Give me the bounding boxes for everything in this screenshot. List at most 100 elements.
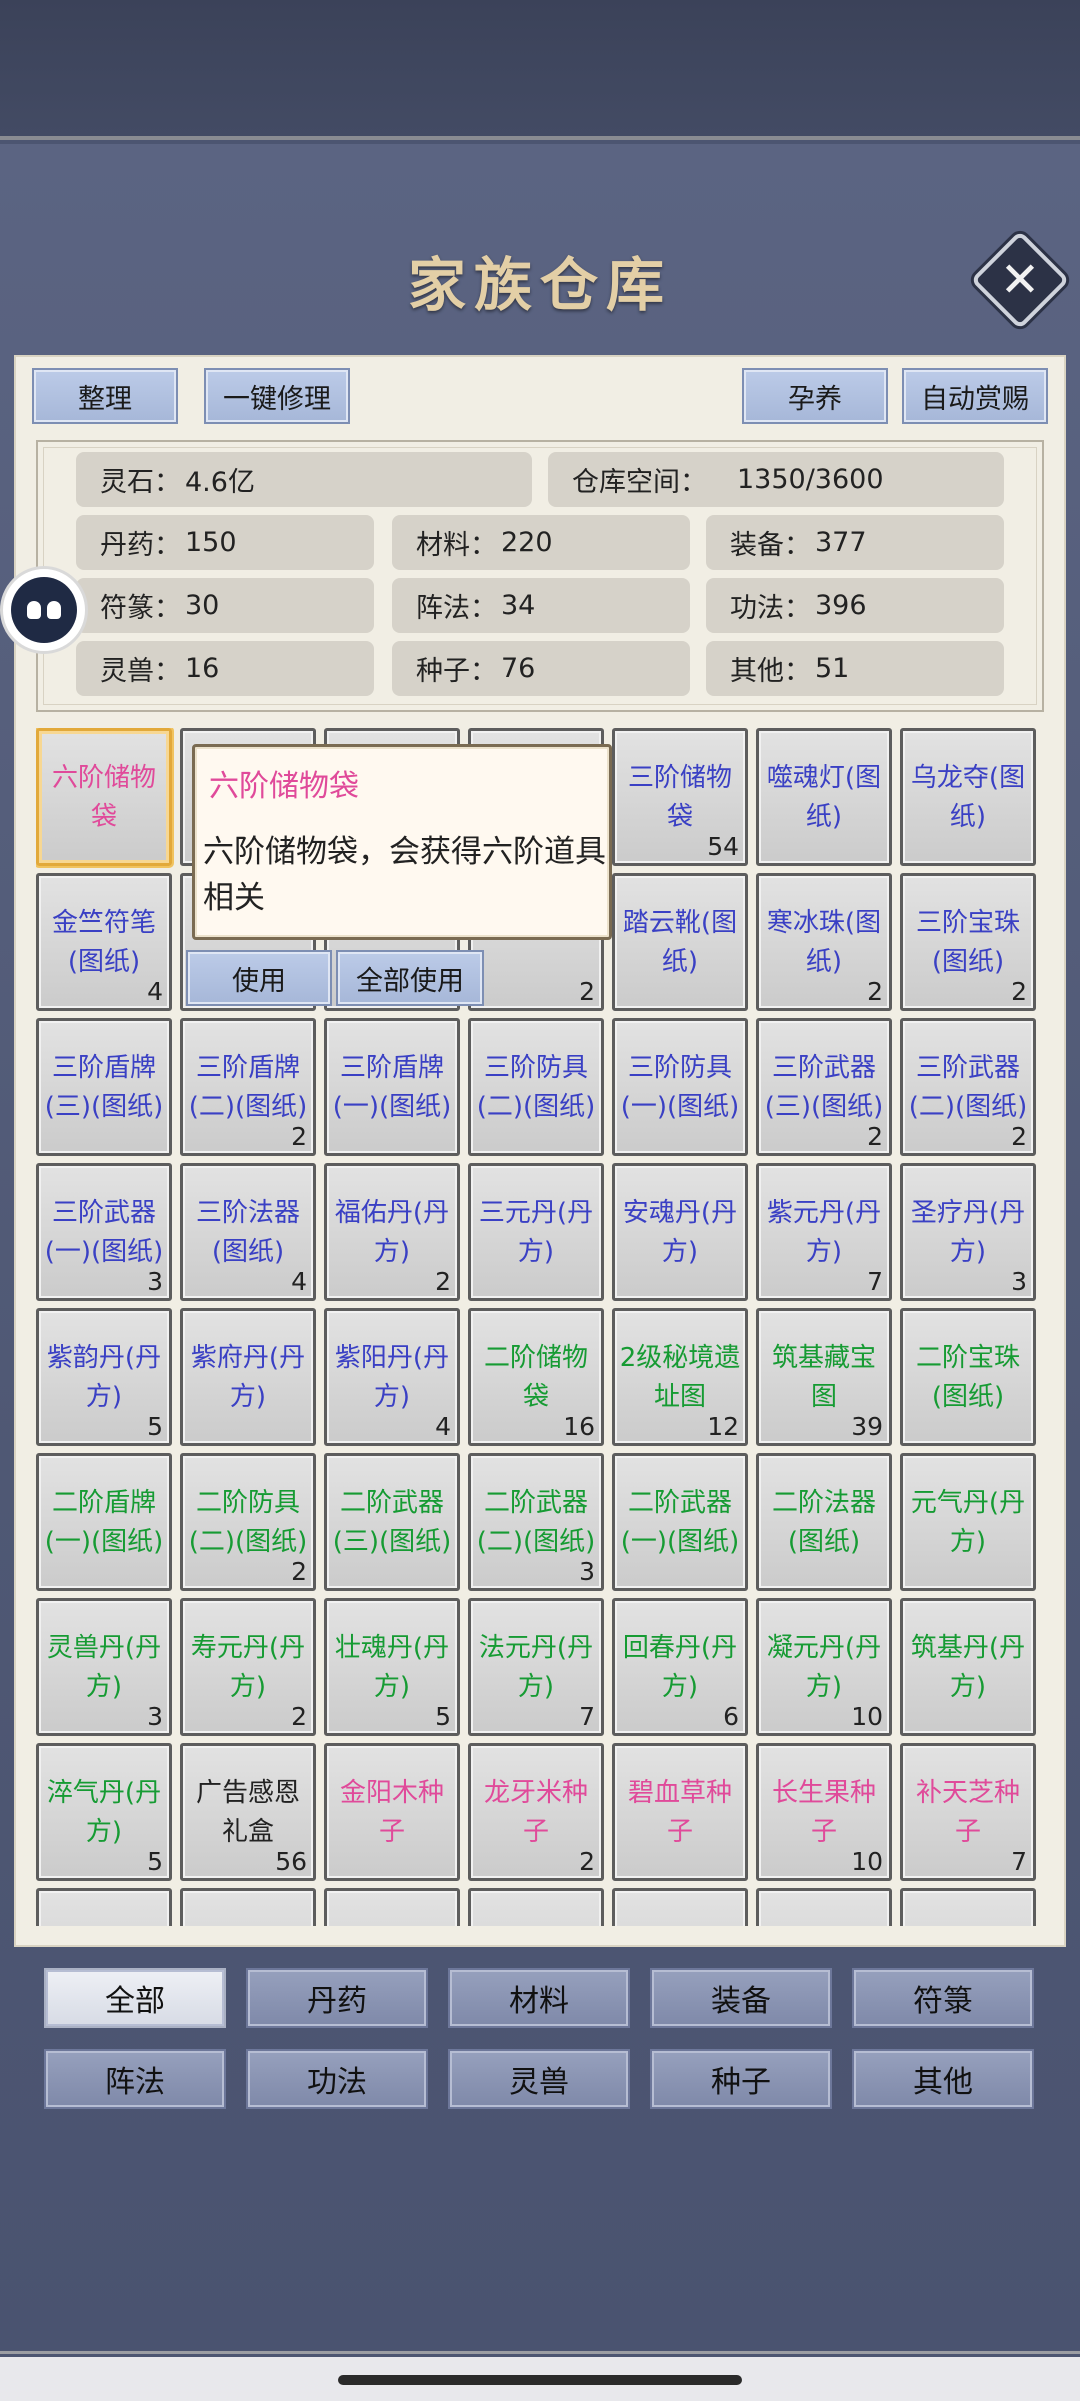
item-count: 2 [1011,1122,1027,1151]
item-slot[interactable]: 三阶武器(三)(图纸) 2 [756,1018,892,1156]
item-slot[interactable]: 三阶盾牌(二)(图纸) 2 [180,1018,316,1156]
item-slot[interactable]: 寒冰珠(图纸) 2 [756,873,892,1011]
item-name: 三阶储物袋 [627,763,732,832]
item-slot[interactable]: 三阶法器(图纸) 4 [180,1163,316,1301]
sort-button[interactable]: 整理 [32,368,178,424]
item-slot[interactable]: 二阶武器(三)(图纸) [324,1453,460,1591]
item-slot[interactable]: 二阶法器(图纸) [756,1453,892,1591]
item-slot[interactable]: 二阶储物袋 16 [468,1308,604,1446]
item-count: 3 [147,1267,163,1296]
item-name: 噬魂灯(图纸) [766,763,882,832]
item-slot[interactable]: 三阶盾牌(三)(图纸) [36,1018,172,1156]
item-slot[interactable]: 三阶防具(一)(图纸) [612,1018,748,1156]
category-tab[interactable]: 阵法 [44,2049,226,2109]
item-slot[interactable]: 三阶防具(二)(图纸) [468,1018,604,1156]
item-slot[interactable]: 乌龙夺(图纸) [900,728,1036,866]
item-slot[interactable]: 元气丹(丹方) [900,1453,1036,1591]
item-name: 六阶储物袋 [51,763,156,832]
category-tab[interactable]: 丹药 [246,1968,428,2028]
item-name: 紫府丹(丹方) [190,1343,306,1412]
item-slot[interactable]: 紫阳丹(丹方) 4 [324,1308,460,1446]
item-slot[interactable]: 二阶防具(二)(图纸) 2 [180,1453,316,1591]
stat-zhongzi: 种子： 76 [392,641,690,696]
nurture-button[interactable]: 孕养 [742,368,888,424]
use-button[interactable]: 使用 [186,950,332,1006]
item-slot[interactable]: 三阶武器(一)(图纸) 3 [36,1163,172,1301]
item-slot[interactable]: 二阶宝珠(图纸) [900,1308,1036,1446]
category-tab[interactable]: 种子 [650,2049,832,2109]
item-slot[interactable]: 碧血草种子 [612,1743,748,1881]
category-tab[interactable]: 灵兽 [448,2049,630,2109]
item-slot[interactable]: 淬气丹(丹方) 5 [36,1743,172,1881]
item-slot[interactable]: 六阶储物袋 [36,728,172,866]
item-name: 二阶武器(一)(图纸) [620,1488,740,1557]
item-slot[interactable]: 壮魂丹(丹方) 5 [324,1598,460,1736]
item-slot[interactable]: 安魂丹(丹方) [612,1163,748,1301]
item-slot[interactable]: 法元丹(丹方) 7 [468,1598,604,1736]
item-slot[interactable]: 圣疗丹(丹方) 3 [900,1163,1036,1301]
item-slot[interactable]: 三阶武器(二)(图纸) 2 [900,1018,1036,1156]
item-count: 7 [867,1267,883,1296]
item-name: 福佑丹(丹方) [334,1198,450,1267]
item-slot[interactable]: 寿元丹(丹方) 2 [180,1598,316,1736]
item-slot[interactable]: 紫府丹(丹方) [180,1308,316,1446]
item-slot[interactable]: 二阶武器(一)(图纸) [612,1453,748,1591]
item-slot[interactable]: 筑基藏宝图 39 [756,1308,892,1446]
category-tab[interactable]: 符箓 [852,1968,1034,2028]
item-slot[interactable]: 紫元丹(丹方) 7 [756,1163,892,1301]
category-tab[interactable]: 装备 [650,1968,832,2028]
item-name: 凝元丹(丹方) [766,1633,882,1702]
item-count: 3 [579,1557,595,1586]
item-count: 3 [1011,1267,1027,1296]
home-indicator[interactable] [338,2375,742,2385]
item-count: 2 [291,1557,307,1586]
item-count: 10 [851,1847,883,1876]
item-slot[interactable]: 凝元丹(丹方) 10 [756,1598,892,1736]
item-slot[interactable]: 广告感恩礼盒 56 [180,1743,316,1881]
item-slot[interactable]: 二阶盾牌(一)(图纸) [36,1453,172,1591]
item-slot[interactable]: 噬魂灯(图纸) [756,728,892,866]
item-slot[interactable]: 紫韵丹(丹方) 5 [36,1308,172,1446]
item-name: 长生果种子 [771,1778,876,1847]
item-slot[interactable]: 龙牙米种子 2 [468,1743,604,1881]
item-slot[interactable] [324,1888,460,1926]
item-slot[interactable]: 金竺符笔(图纸) 4 [36,873,172,1011]
item-slot[interactable] [756,1888,892,1926]
item-slot[interactable] [900,1888,1036,1926]
assistant-avatar-button[interactable] [0,566,88,654]
category-tab[interactable]: 全部 [44,1968,226,2028]
item-count: 54 [707,832,739,861]
item-slot[interactable]: 三阶盾牌(一)(图纸) [324,1018,460,1156]
item-name: 金阳木种子 [339,1778,444,1847]
item-name: 三阶防具(一)(图纸) [620,1053,740,1122]
item-slot[interactable] [180,1888,316,1926]
item-slot[interactable]: 回春丹(丹方) 6 [612,1598,748,1736]
repair-all-button[interactable]: 一键修理 [204,368,350,424]
item-slot[interactable] [36,1888,172,1926]
item-slot[interactable] [468,1888,604,1926]
item-count: 4 [291,1267,307,1296]
item-slot[interactable]: 筑基丹(丹方) [900,1598,1036,1736]
item-slot[interactable]: 三元丹(丹方) [468,1163,604,1301]
item-slot[interactable]: 2级秘境遗址图 12 [612,1308,748,1446]
auto-reward-button[interactable]: 自动赏赐 [902,368,1048,424]
item-slot[interactable]: 三阶宝珠(图纸) 2 [900,873,1036,1011]
item-slot[interactable]: 福佑丹(丹方) 2 [324,1163,460,1301]
category-tab[interactable]: 材料 [448,1968,630,2028]
item-name: 二阶武器(三)(图纸) [332,1488,452,1557]
category-tab[interactable]: 功法 [246,2049,428,2109]
item-count: 16 [563,1412,595,1441]
item-slot[interactable]: 长生果种子 10 [756,1743,892,1881]
item-slot[interactable]: 金阳木种子 [324,1743,460,1881]
use-all-button[interactable]: 全部使用 [336,950,484,1006]
item-count: 2 [867,977,883,1006]
item-name: 三阶武器(二)(图纸) [908,1053,1028,1122]
tooltip-description: 六阶储物袋，会获得六阶道具相关 [203,834,606,916]
item-slot[interactable]: 踏云靴(图纸) [612,873,748,1011]
item-slot[interactable] [612,1888,748,1926]
category-tab[interactable]: 其他 [852,2049,1034,2109]
item-slot[interactable]: 三阶储物袋 54 [612,728,748,866]
item-slot[interactable]: 补天芝种子 7 [900,1743,1036,1881]
item-slot[interactable]: 二阶武器(二)(图纸) 3 [468,1453,604,1591]
item-slot[interactable]: 灵兽丹(丹方) 3 [36,1598,172,1736]
